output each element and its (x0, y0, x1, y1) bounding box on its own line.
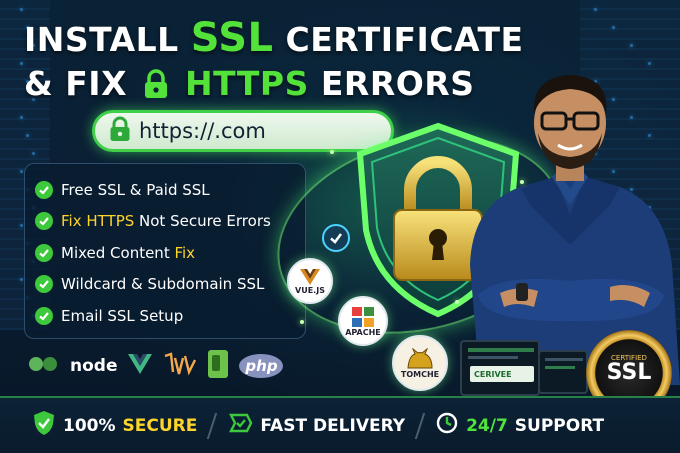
feature-text: Mixed Content (61, 243, 175, 262)
divider (414, 412, 426, 439)
feature-item: Email SSL Setup (35, 300, 295, 332)
divider (207, 412, 218, 439)
vue-badge: VUE.JS (287, 258, 333, 304)
headline-errors: ERRORS (320, 64, 475, 103)
feature-text-accent: Fix (174, 243, 196, 262)
secure-percent: 100% (63, 415, 116, 436)
sparkle (520, 180, 524, 184)
check-icon (322, 224, 350, 252)
secure-word: SECURE (122, 415, 198, 436)
laravel-icon (163, 351, 197, 381)
rack-led (594, 8, 597, 11)
feature-text: Email SSL Setup (61, 306, 184, 325)
dashboard-screen (538, 350, 588, 394)
php-logo: php (239, 354, 284, 378)
dashboard-cert-tag: CERIVEE (470, 366, 534, 382)
rack-led (32, 152, 35, 155)
vue-icon (127, 353, 153, 380)
rack-led (20, 62, 23, 65)
headline-fix: & FIX (24, 64, 128, 103)
tomcat-badge: TOMCHE (392, 335, 448, 391)
feature-item: Free SSL & Paid SSL (35, 174, 295, 206)
delivery-icon (227, 411, 253, 440)
tomcat-icon (407, 347, 433, 368)
delivery-text: FAST DELIVERY (260, 415, 406, 436)
support-item: 24/7 SUPPORT (435, 411, 604, 440)
rack-led (630, 44, 633, 47)
apache-badge: APACHE (338, 296, 388, 346)
support-word: SUPPORT (514, 415, 605, 436)
apache-label: APACHE (345, 327, 381, 337)
feature-item: Mixed Content Fix (35, 237, 295, 269)
feature-text: Free SSL & Paid SSL (61, 180, 210, 199)
check-icon (35, 275, 53, 294)
rack-led (20, 278, 23, 281)
tomcat-label: TOMCHE (400, 369, 440, 379)
rack-led (20, 224, 23, 227)
node-logo: node (70, 356, 118, 376)
headline-line-2: & FIX HTTPS ERRORS (24, 62, 524, 110)
android-icon (207, 349, 229, 384)
apache-icon (352, 306, 374, 327)
support-hours: 24/7 (466, 415, 508, 436)
headline-line-1: INSTALL SSL CERTIFICATE (24, 16, 524, 62)
check-icon (35, 306, 53, 325)
rack-led (612, 26, 615, 29)
sparkle (300, 320, 304, 324)
vue-label: VUE.JS (295, 285, 325, 295)
node-icon (28, 353, 60, 380)
lock-icon (143, 66, 169, 110)
url-text: https://.com (139, 119, 266, 143)
secure-item: 100% SECURE (32, 410, 197, 441)
feature-text-accent: Fix HTTPS (61, 212, 135, 231)
headline-install: INSTALL (24, 20, 179, 59)
tech-logos: node php (28, 346, 288, 386)
shield-icon (32, 410, 56, 441)
check-icon (35, 243, 53, 262)
check-icon (35, 212, 53, 231)
feature-text: Wildcard & Subdomain SSL (61, 275, 265, 294)
feature-list: Free SSL & Paid SSL Fix HTTPS Not Secure… (24, 163, 306, 339)
bottom-bar: 100% SECURE FAST DELIVERY 24/7 SUPPORT (0, 396, 680, 453)
dashboard-screen: CERIVEE (460, 340, 540, 396)
rack-led (26, 134, 29, 137)
dashboard-label: CERIVEE (474, 369, 512, 379)
headline-certificate: CERTIFICATE (285, 20, 524, 59)
ssl-banner: INSTALL SSL CERTIFICATE & FIX HTTPS ERRO… (0, 0, 680, 453)
delivery-item: FAST DELIVERY (227, 411, 405, 440)
rack-led (20, 170, 23, 173)
lock-icon (109, 116, 131, 147)
sparkle (455, 300, 459, 304)
support-icon (435, 411, 459, 440)
feature-item: Fix HTTPS Not Secure Errors (35, 206, 295, 238)
check-icon (35, 180, 53, 199)
headline-https: HTTPS (185, 64, 309, 103)
headline-ssl: SSL (190, 15, 274, 61)
vue-icon (300, 268, 320, 285)
rack-led (20, 116, 23, 119)
feature-item: Wildcard & Subdomain SSL (35, 269, 295, 301)
sparkle (330, 150, 334, 154)
seal-main-text: SSL (606, 360, 652, 385)
headline: INSTALL SSL CERTIFICATE & FIX HTTPS ERRO… (24, 16, 524, 110)
feature-text: Not Secure Errors (134, 212, 271, 231)
rack-led (20, 8, 23, 11)
